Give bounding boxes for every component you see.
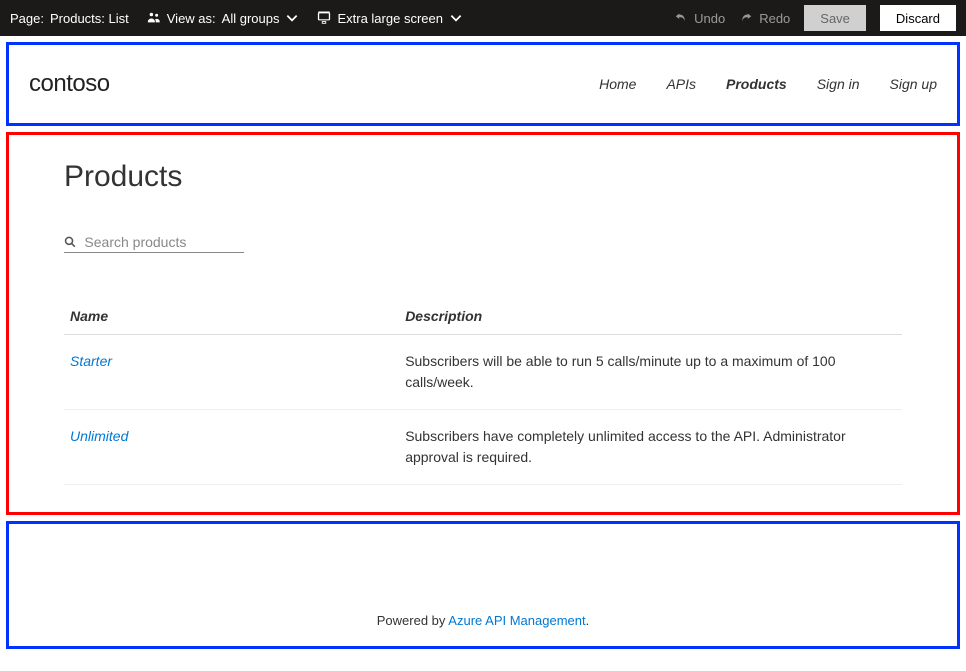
discard-button[interactable]: Discard	[880, 5, 956, 31]
footer-suffix: .	[586, 613, 590, 628]
col-description: Description	[399, 298, 902, 335]
product-link[interactable]: Starter	[70, 353, 112, 369]
footer-region[interactable]: Powered by Azure API Management.	[6, 521, 960, 649]
undo-button[interactable]: Undo	[674, 11, 725, 26]
col-name: Name	[64, 298, 399, 335]
footer-text: Powered by Azure API Management.	[377, 613, 589, 628]
undo-label: Undo	[694, 11, 725, 26]
table-row: Starter Subscribers will be able to run …	[64, 335, 902, 410]
chevron-down-icon	[285, 11, 299, 25]
nav-apis[interactable]: APIs	[666, 76, 696, 92]
view-as-value: All groups	[222, 11, 280, 26]
redo-button[interactable]: Redo	[739, 11, 790, 26]
view-as-selector[interactable]: View as: All groups	[147, 11, 300, 26]
save-button[interactable]: Save	[804, 5, 866, 31]
view-as-prefix: View as:	[167, 11, 216, 26]
toolbar-right: Undo Redo Save Discard	[674, 5, 956, 31]
top-nav: Home APIs Products Sign in Sign up	[599, 76, 937, 92]
page-breadcrumb[interactable]: Page: Products: List	[10, 11, 129, 26]
page-title: Products	[64, 160, 902, 194]
screen-size-label: Extra large screen	[337, 11, 443, 26]
page-label: Products: List	[50, 11, 129, 26]
people-icon	[147, 11, 161, 25]
redo-icon	[739, 11, 753, 25]
search-box[interactable]	[64, 234, 244, 253]
footer-prefix: Powered by	[377, 613, 449, 628]
nav-signin[interactable]: Sign in	[817, 76, 860, 92]
redo-label: Redo	[759, 11, 790, 26]
toolbar-left: Page: Products: List View as: All groups…	[10, 11, 463, 26]
brand-logo[interactable]: contoso	[29, 70, 110, 98]
editor-toolbar: Page: Products: List View as: All groups…	[0, 0, 966, 36]
product-description: Subscribers have completely unlimited ac…	[399, 410, 902, 485]
table-row: Unlimited Subscribers have completely un…	[64, 410, 902, 485]
nav-products[interactable]: Products	[726, 76, 787, 92]
header-inner: contoso Home APIs Products Sign in Sign …	[9, 45, 957, 123]
header-region[interactable]: contoso Home APIs Products Sign in Sign …	[6, 42, 960, 126]
undo-icon	[674, 11, 688, 25]
monitor-icon	[317, 11, 331, 25]
nav-signup[interactable]: Sign up	[890, 76, 937, 92]
product-link[interactable]: Unlimited	[70, 428, 128, 444]
page-label-prefix: Page:	[10, 11, 44, 26]
search-icon	[64, 235, 76, 249]
chevron-down-icon	[449, 11, 463, 25]
footer-link[interactable]: Azure API Management	[448, 613, 585, 628]
search-input[interactable]	[84, 234, 244, 250]
product-description: Subscribers will be able to run 5 calls/…	[399, 335, 902, 410]
content-region[interactable]: Products Name Description Starter Subscr…	[6, 132, 960, 515]
products-table: Name Description Starter Subscribers wil…	[64, 298, 902, 485]
nav-home[interactable]: Home	[599, 76, 636, 92]
screen-size-selector[interactable]: Extra large screen	[317, 11, 463, 26]
